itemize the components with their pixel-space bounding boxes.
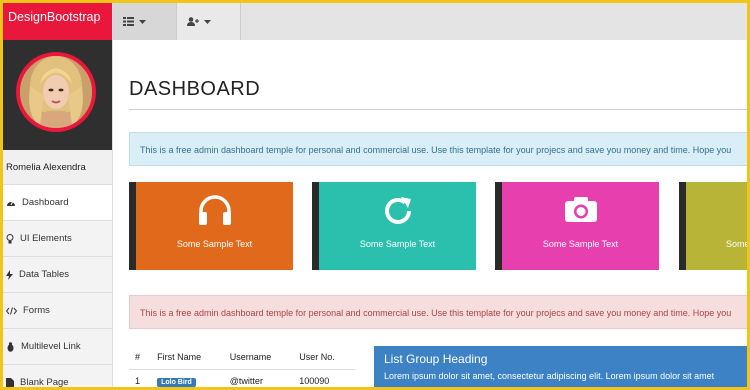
sidebar-item-dashboard[interactable]: Dashboard: [3, 185, 112, 221]
user-name: Romelia Alexendra: [3, 150, 112, 185]
sidebar-item-label: Dashboard: [22, 196, 69, 208]
sidebar-item-label: Multilevel Link: [21, 340, 81, 352]
list-icon: [123, 17, 134, 26]
table-header: First Name: [157, 351, 202, 362]
user-plus-icon: [187, 17, 199, 26]
table-header: Username: [229, 351, 272, 362]
bulb-icon: [6, 233, 14, 243]
sidebar-item-label: UI Elements: [20, 232, 72, 244]
avatar[interactable]: [16, 52, 96, 132]
bug-icon: [7, 341, 14, 352]
brand-logo[interactable]: DesignBootstrap: [3, 3, 112, 40]
app-frame: DesignBootstrap Romelia Alexendra Dashbo…: [3, 3, 747, 387]
name-label-badge: Lolo Bird: [157, 378, 196, 387]
refresh-icon: [384, 197, 411, 224]
sidebar-item-ui-elements[interactable]: UI Elements: [3, 221, 112, 257]
page-title: DASHBOARD: [129, 78, 261, 100]
table-header-row: # First Name Username User No.: [129, 345, 355, 369]
table-header: User No.: [299, 351, 335, 362]
file-icon: [6, 377, 14, 387]
sidebar-item-multilevel-link[interactable]: Multilevel Link: [3, 329, 112, 365]
sidebar-item-data-tables[interactable]: Data Tables: [3, 257, 112, 293]
sidebar-item-label: Blank Page: [20, 376, 69, 388]
tile-partial[interactable]: Some: [679, 182, 747, 270]
list-group-text: Lorem ipsum dolor sit amet, consectetur …: [384, 371, 715, 381]
tile-label: Some Sample Text: [542, 239, 619, 249]
sidebar-item-blank-page[interactable]: Blank Page: [3, 365, 112, 387]
top-navbar: [113, 3, 747, 40]
tile-label: Some Sample Text: [359, 239, 436, 249]
messages-dropdown-button[interactable]: [113, 3, 177, 40]
sidebar: DesignBootstrap Romelia Alexendra Dashbo…: [3, 3, 113, 387]
headphones-icon: [198, 195, 231, 225]
tile-refresh[interactable]: Some Sample Text: [312, 182, 476, 270]
tile-label: Some: [726, 239, 747, 249]
sidebar-item-label: Data Tables: [19, 268, 69, 280]
table-header: #: [135, 351, 141, 362]
list-group-heading: List Group Heading: [384, 352, 488, 366]
main-content: DASHBOARD This is a free admin dashboard…: [114, 40, 747, 387]
info-alert: This is a free admin dashboard temple fo…: [129, 132, 747, 166]
table-cell: 100090: [293, 368, 355, 387]
list-group-item[interactable]: List Group Heading Lorem ipsum dolor sit…: [374, 346, 747, 387]
table-cell: @twitter: [223, 368, 294, 387]
user-profile: [3, 40, 112, 150]
code-icon: [6, 306, 17, 315]
bolt-icon: [6, 269, 13, 280]
table-cell: Lolo Bird: [151, 368, 224, 387]
tile-label: Some Sample Text: [176, 239, 253, 249]
user-dropdown-button[interactable]: [177, 3, 241, 40]
title-divider: [129, 109, 747, 110]
tile-camera[interactable]: Some Sample Text: [495, 182, 659, 270]
table-cell: 1: [129, 368, 152, 387]
users-table: # First Name Username User No. 1 Lolo Bi…: [129, 345, 355, 387]
camera-icon: [564, 197, 597, 222]
caret-down-icon: [139, 19, 146, 24]
danger-alert: This is a free admin dashboard temple fo…: [129, 295, 747, 329]
caret-down-icon: [204, 19, 211, 24]
tile-headphones[interactable]: Some Sample Text: [129, 182, 293, 270]
dashboard-icon: [7, 200, 15, 206]
table-row: 1 Lolo Bird @twitter 100090: [129, 368, 355, 387]
sidebar-item-forms[interactable]: Forms: [3, 293, 112, 329]
sidebar-item-label: Forms: [23, 304, 50, 316]
